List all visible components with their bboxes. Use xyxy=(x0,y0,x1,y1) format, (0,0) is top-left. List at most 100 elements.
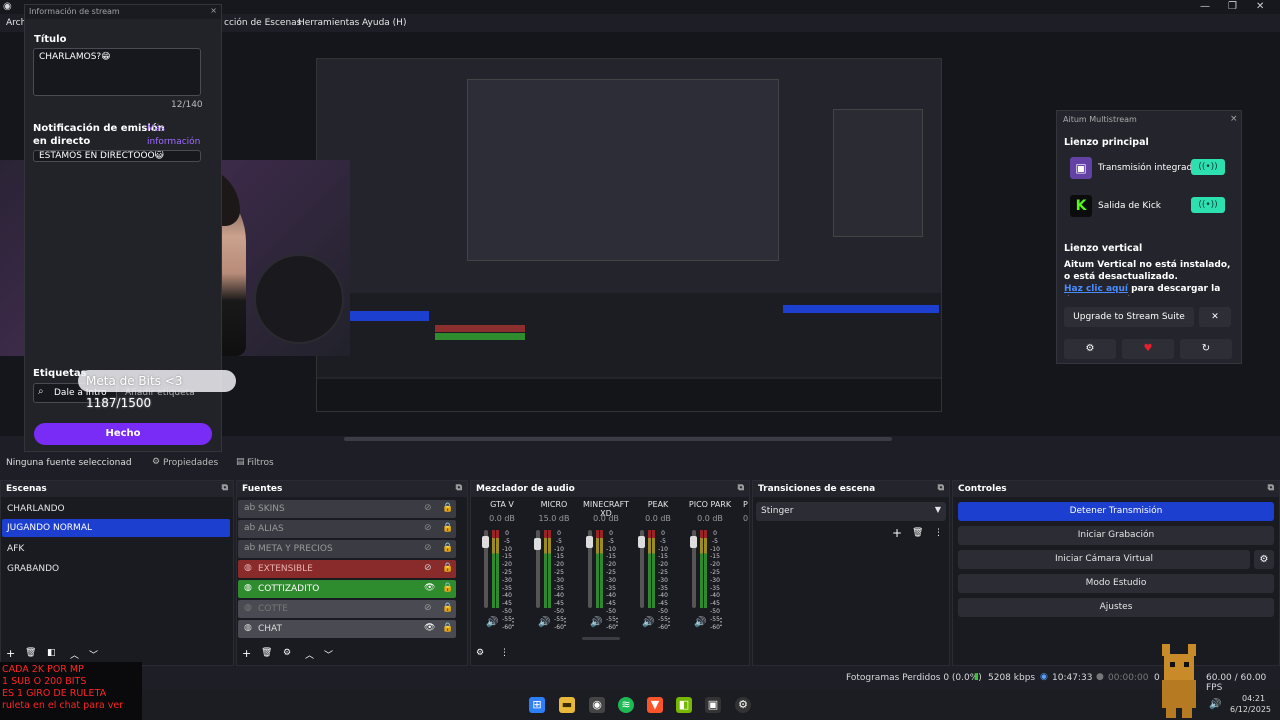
source-item[interactable]: ◍ COTTE ⊘ 🔒 xyxy=(238,600,456,618)
scene-item[interactable]: CHARLANDO xyxy=(2,500,230,518)
volume-fader-knob[interactable] xyxy=(482,536,489,549)
channel-menu-icon[interactable]: ⋮ xyxy=(612,617,622,628)
volume-fader-knob[interactable] xyxy=(534,537,541,550)
close-window-icon[interactable]: ✕ xyxy=(1256,1,1264,12)
mixer-settings-icon[interactable]: ⚙ xyxy=(476,648,484,658)
eye-hidden-icon[interactable]: ⊘ xyxy=(424,503,432,513)
volume-fader-knob[interactable] xyxy=(586,536,593,549)
source-item[interactable]: ◍ CHAT 👁 🔒 xyxy=(238,620,456,638)
mute-speaker-icon[interactable]: 🔊 xyxy=(486,617,498,628)
notification-input[interactable]: ESTAMOS EN DIRECTOOO😺 xyxy=(33,150,201,162)
scene-item[interactable]: AFK xyxy=(2,540,230,558)
minimize-icon[interactable]: — xyxy=(1200,1,1210,12)
brave-icon[interactable]: ▼ xyxy=(647,697,663,713)
lock-icon[interactable]: 🔒 xyxy=(442,523,453,533)
aitum-x-button[interactable]: ✕ xyxy=(1199,307,1231,327)
add-transition-icon[interactable]: + xyxy=(892,526,902,540)
virtual-camera-settings-icon[interactable]: ⚙ xyxy=(1254,550,1274,569)
virtual-camera-button[interactable]: Iniciar Cámara Virtual xyxy=(958,550,1250,569)
transition-select[interactable]: Stinger ▼ xyxy=(756,502,946,521)
lock-icon[interactable]: 🔒 xyxy=(442,563,453,573)
volume-fader-knob[interactable] xyxy=(690,536,697,549)
source-item[interactable]: ◍ COTTIZADITO 👁 🔒 xyxy=(238,580,456,598)
studio-mode-button[interactable]: Modo Estudio xyxy=(958,574,1274,593)
aitum-close-icon[interactable]: × xyxy=(1230,114,1238,124)
channel-menu-icon[interactable]: ⋮ xyxy=(664,617,674,628)
title-input[interactable]: CHARLAMOS?😁 xyxy=(33,48,201,96)
channel-menu-icon[interactable]: ⋮ xyxy=(508,617,518,628)
popout-icon[interactable]: ⧉ xyxy=(738,483,744,493)
trash-icon[interactable]: 🗑 xyxy=(261,648,272,658)
popout-icon[interactable]: ⧉ xyxy=(456,483,462,493)
settings-button[interactable]: Ajustes xyxy=(958,598,1274,617)
dialog-close-icon[interactable]: × xyxy=(210,6,217,15)
spotify-icon[interactable]: ≋ xyxy=(618,697,634,713)
menu-ayuda[interactable]: Ayuda (H) xyxy=(362,18,406,28)
gear-icon[interactable]: ⚙ xyxy=(283,648,291,658)
aitum-refresh-icon[interactable]: ↻ xyxy=(1180,339,1232,359)
trash-icon[interactable]: 🗑 xyxy=(25,648,36,658)
add-scene-icon[interactable]: + xyxy=(6,647,15,660)
eye-hidden-icon[interactable]: ⊘ xyxy=(424,543,432,553)
source-item[interactable]: ab SKINS ⊘ 🔒 xyxy=(238,500,456,518)
menu-coleccion-escenas[interactable]: cción de Escenas xyxy=(224,18,301,28)
menu-icon[interactable]: ⋮ xyxy=(934,528,943,538)
move-up-icon[interactable]: ︿ xyxy=(305,648,314,661)
filters-button[interactable]: Filtros xyxy=(247,458,274,468)
mute-speaker-icon[interactable]: 🔊 xyxy=(694,617,706,628)
eye-icon[interactable]: 👁 xyxy=(424,623,435,633)
channel-menu-icon[interactable]: ⋮ xyxy=(560,617,570,628)
lock-icon[interactable]: 🔒 xyxy=(442,503,453,513)
popout-icon[interactable]: ⧉ xyxy=(222,483,228,493)
aitum-settings-icon[interactable]: ⚙ xyxy=(1064,339,1116,359)
nvidia-icon[interactable]: ◧ xyxy=(676,697,692,713)
upgrade-button[interactable]: Upgrade to Stream Suite xyxy=(1064,307,1194,327)
source-item[interactable]: ◍ EXTENSIBLE ⊘ 🔒 xyxy=(238,560,456,578)
popout-icon[interactable]: ⧉ xyxy=(938,483,944,493)
start-recording-button[interactable]: Iniciar Grabación xyxy=(958,526,1274,545)
channel-menu-icon[interactable]: ⋮ xyxy=(716,617,726,628)
lock-icon[interactable]: 🔒 xyxy=(442,583,453,593)
source-item[interactable]: ab META Y PRECIOS ⊘ 🔒 xyxy=(238,540,456,558)
done-button[interactable]: Hecho xyxy=(34,423,212,445)
twitch-toggle[interactable]: ((•)) xyxy=(1191,159,1225,175)
move-up-icon[interactable]: ︿ xyxy=(70,648,79,661)
eye-hidden-icon[interactable]: ⊘ xyxy=(424,523,432,533)
scene-item-selected[interactable]: JUGANDO NORMAL xyxy=(2,519,230,537)
properties-button[interactable]: Propiedades xyxy=(163,458,218,468)
mute-speaker-icon[interactable]: 🔊 xyxy=(538,617,550,628)
menu-herramientas[interactable]: Herramientas xyxy=(298,18,359,28)
mixer-menu-icon[interactable]: ⋮ xyxy=(500,648,509,658)
eye-icon[interactable]: 👁 xyxy=(424,583,435,593)
eye-hidden-icon[interactable]: ⊘ xyxy=(424,563,432,573)
scene-item[interactable]: GRABANDO xyxy=(2,560,230,578)
trash-icon[interactable]: 🗑 xyxy=(912,528,923,538)
filter-icon[interactable]: ◧ xyxy=(47,648,56,658)
file-explorer-icon[interactable]: ▬ xyxy=(559,697,575,713)
add-source-icon[interactable]: + xyxy=(242,647,251,660)
settings-app-icon[interactable]: ⚙ xyxy=(735,697,751,713)
mixer-scrollbar[interactable] xyxy=(582,637,620,640)
stop-stream-button[interactable]: Detener Transmisión xyxy=(958,502,1274,521)
lock-icon[interactable]: 🔒 xyxy=(442,603,453,613)
lock-icon[interactable]: 🔒 xyxy=(442,623,453,633)
windows-start-icon[interactable]: ⊞ xyxy=(529,697,545,713)
obs-icon[interactable]: ◉ xyxy=(589,697,605,713)
volume-icon[interactable]: 🔊 xyxy=(1209,699,1221,710)
move-down-icon[interactable]: ﹀ xyxy=(89,648,98,661)
popout-icon[interactable]: ⧉ xyxy=(1268,483,1274,493)
more-info-link[interactable]: Más información xyxy=(147,123,201,149)
volume-fader-knob[interactable] xyxy=(638,536,645,549)
app-icon[interactable]: ▣ xyxy=(705,697,721,713)
lock-icon[interactable]: 🔒 xyxy=(442,543,453,553)
move-down-icon[interactable]: ﹀ xyxy=(324,648,333,661)
aitum-heart-icon[interactable]: ♥ xyxy=(1122,339,1174,359)
source-item[interactable]: ab ALIAS ⊘ 🔒 xyxy=(238,520,456,538)
maximize-icon[interactable]: ❐ xyxy=(1228,1,1237,12)
mute-speaker-icon[interactable]: 🔊 xyxy=(642,617,654,628)
eye-hidden-icon[interactable]: ⊘ xyxy=(424,603,432,613)
mute-speaker-icon[interactable]: 🔊 xyxy=(590,617,602,628)
kick-toggle[interactable]: ((•)) xyxy=(1191,197,1225,213)
download-link[interactable]: Haz clic aquí xyxy=(1064,284,1128,294)
preview-scrollbar[interactable] xyxy=(344,437,892,441)
